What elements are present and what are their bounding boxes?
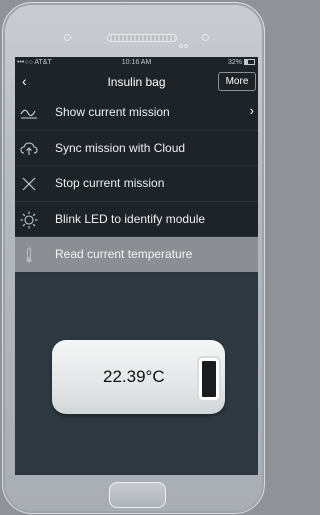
menu-item-show-mission[interactable]: Show current mission ›: [15, 95, 258, 131]
sensor-device: 22.39°C: [52, 340, 225, 414]
home-button[interactable]: [109, 482, 166, 508]
menu-item-read-temperature[interactable]: Read current temperature: [15, 237, 258, 273]
battery-icon: [244, 59, 255, 66]
menu-item-label: Read current temperature: [55, 247, 193, 261]
status-bar: •••○○ AT&T 10:16 AM 32%: [15, 57, 258, 68]
sensor-led-slot: [199, 358, 219, 400]
more-button[interactable]: More: [218, 72, 256, 91]
menu-item-stop-mission[interactable]: Stop current mission: [15, 166, 258, 202]
menu-item-blink-led[interactable]: Blink LED to identify module: [15, 201, 258, 237]
earpiece-speaker: [107, 34, 177, 42]
menu-item-label: Show current mission: [55, 105, 170, 119]
clock-text: 10:16 AM: [121, 59, 152, 66]
battery-text: 32%: [227, 59, 242, 66]
menu-item-label: Sync mission with Cloud: [55, 140, 186, 155]
menu-item-label: Blink LED to identify module: [55, 211, 206, 226]
graph-icon: [20, 109, 37, 119]
sun-led-icon: [20, 211, 38, 228]
action-menu: Show current mission › Sync mission with…: [15, 95, 258, 273]
menu-item-label: Stop current mission: [55, 176, 165, 190]
sensor-dots: [179, 35, 191, 48]
camera-icon: [64, 34, 71, 41]
x-icon: [22, 177, 36, 191]
temperature-readout: 22.39°C: [103, 367, 165, 386]
thermometer-icon: [26, 247, 32, 263]
cloud-upload-icon: [20, 141, 38, 155]
front-sensor-icon: [202, 34, 209, 41]
app-screen: •••○○ AT&T 10:16 AM 32% ‹ Insulin bag Mo…: [15, 57, 258, 475]
menu-item-sync-cloud[interactable]: Sync mission with Cloud: [15, 130, 258, 166]
chevron-right-icon: ›: [249, 103, 254, 118]
navigation-bar: ‹ Insulin bag More: [15, 68, 258, 95]
battery-indicator: 32%: [228, 57, 255, 68]
